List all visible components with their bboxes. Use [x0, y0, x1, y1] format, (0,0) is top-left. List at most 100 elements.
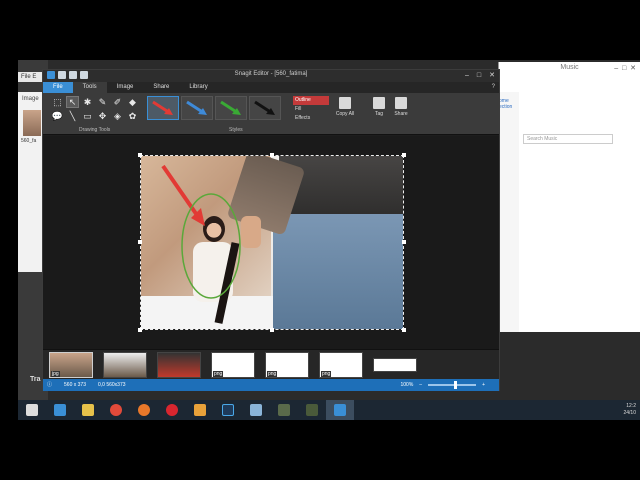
drawing-tools: ⬚ ↖ ✱ ✎ ✐ ◆ 💬 ╲ ▭ ✥ ◈ ✿ — [51, 96, 141, 123]
style-green-arrow[interactable] — [215, 96, 247, 120]
app-icon — [278, 404, 290, 416]
stamp-icon[interactable]: ✱ — [81, 96, 94, 108]
pen-icon[interactable]: ✎ — [96, 96, 109, 108]
tray-item[interactable] — [373, 358, 417, 372]
fill-button[interactable]: Fill — [293, 105, 329, 114]
tray-item-type: png — [321, 371, 332, 377]
status-info: ⓘ 560 x 373 0,0 560x373 — [47, 379, 126, 391]
move-icon[interactable]: ✥ — [96, 110, 109, 122]
resize-handle[interactable] — [138, 153, 142, 157]
image-canvas[interactable] — [140, 155, 404, 330]
clock-time[interactable]: 12:2 — [623, 403, 636, 410]
taskbar-opera[interactable] — [158, 400, 186, 420]
window-title: Snagit Editor - [560_fatima] — [234, 71, 308, 77]
minimize-icon[interactable]: – — [465, 70, 469, 81]
title-bar: Snagit Editor - [560_fatima] – □ ✕ — [43, 70, 499, 82]
tab-library[interactable]: Library — [179, 82, 217, 93]
green-ellipse-annotation[interactable] — [181, 193, 241, 299]
bg-thumb[interactable] — [23, 110, 41, 136]
black-arrow-icon — [254, 100, 275, 115]
taskbar-explorer[interactable] — [74, 400, 102, 420]
tab-tools[interactable]: Tools — [72, 82, 107, 93]
media-icon — [194, 404, 206, 416]
tab-share[interactable]: Share — [143, 82, 179, 93]
bg-library-tab[interactable]: Image — [22, 96, 39, 102]
zoom-level[interactable]: 100% — [401, 379, 414, 391]
shape-icon[interactable]: ▭ — [81, 110, 94, 122]
fill-icon[interactable]: ◆ — [126, 96, 139, 108]
taskbar-chrome[interactable] — [102, 400, 130, 420]
taskbar-photoshop[interactable] — [214, 400, 242, 420]
taskbar-ie[interactable] — [46, 400, 74, 420]
callout-icon[interactable]: 💬 — [51, 110, 64, 122]
music-side-item[interactable]: ection — [499, 104, 519, 110]
outline-button[interactable]: Outline — [293, 96, 329, 105]
open-captures-tray: jpg png png png — [43, 349, 499, 379]
selection-icon[interactable]: ⬚ — [51, 96, 64, 108]
highlighter-icon[interactable]: ✐ — [111, 96, 124, 108]
clock-date[interactable]: 24/10 — [623, 410, 636, 417]
taskbar-app[interactable] — [270, 400, 298, 420]
taskbar-app[interactable] — [298, 400, 326, 420]
app-icon — [250, 404, 262, 416]
taskbar-media[interactable] — [186, 400, 214, 420]
cursor-position: 0,0 560x373 — [97, 382, 126, 388]
music-search-input[interactable]: Search Music — [523, 134, 613, 144]
tray-item[interactable]: png — [319, 352, 363, 378]
bg-timeline-label: Tra — [30, 376, 41, 383]
resize-handle[interactable] — [138, 240, 142, 244]
effects-button[interactable]: Effects — [293, 114, 329, 123]
music-sidebar: ome ection — [499, 92, 519, 332]
taskbar-snagit[interactable] — [326, 400, 354, 420]
ribbon: ⬚ ↖ ✱ ✎ ✐ ◆ 💬 ╲ ▭ ✥ ◈ ✿ Drawing Tools St… — [43, 93, 499, 135]
music-window-controls[interactable]: – □ ✕ — [614, 64, 636, 72]
zoom-out-icon[interactable]: – — [419, 379, 422, 391]
editor-canvas[interactable] — [43, 136, 499, 349]
maximize-icon[interactable]: □ — [477, 70, 481, 81]
tray-item[interactable]: png — [211, 352, 255, 378]
tag-button[interactable]: Tag — [369, 97, 389, 117]
tray-item[interactable]: png — [265, 352, 309, 378]
taskbar-firefox[interactable] — [130, 400, 158, 420]
info-icon[interactable]: ⓘ — [47, 379, 52, 391]
zoom-slider-knob[interactable] — [454, 381, 458, 389]
windows-icon — [26, 404, 38, 416]
tray-item[interactable]: jpg — [49, 352, 93, 378]
help-icon[interactable]: ? — [492, 82, 495, 93]
resize-handle[interactable] — [270, 153, 274, 157]
close-icon[interactable]: ✕ — [489, 70, 495, 81]
erase-icon[interactable]: ◈ — [111, 110, 124, 122]
share-button[interactable]: Share — [391, 97, 411, 117]
zoom-slider[interactable] — [428, 381, 477, 389]
resize-handle[interactable] — [270, 328, 274, 332]
arrow-tool-icon[interactable]: ↖ — [66, 96, 79, 108]
taskbar: 12:2 24/10 — [18, 400, 640, 420]
photoshop-icon — [222, 404, 234, 416]
style-red-arrow[interactable] — [147, 96, 179, 120]
tray-item[interactable] — [103, 352, 147, 378]
tray-item[interactable] — [157, 352, 201, 378]
window-controls: – □ ✕ — [465, 70, 495, 81]
drawing-tools-label: Drawing Tools — [79, 127, 111, 133]
resize-handle[interactable] — [402, 153, 406, 157]
tab-file[interactable]: File — [43, 82, 73, 93]
snagit-icon — [334, 404, 346, 416]
image-dimensions: 560 x 373 — [64, 382, 86, 388]
app-icon — [306, 404, 318, 416]
resize-handle[interactable] — [402, 240, 406, 244]
copy-all-button[interactable]: Copy All — [335, 97, 355, 117]
zoom-in-icon[interactable]: + — [482, 379, 485, 391]
line-icon[interactable]: ╲ — [66, 110, 79, 122]
opera-icon — [166, 404, 178, 416]
resize-handle[interactable] — [138, 328, 142, 332]
style-black-arrow[interactable] — [249, 96, 281, 120]
taskbar-app[interactable] — [242, 400, 270, 420]
red-arrow-annotation[interactable] — [161, 164, 201, 220]
tab-image[interactable]: Image — [107, 82, 144, 93]
style-blue-arrow[interactable] — [181, 96, 213, 120]
status-bar: ⓘ 560 x 373 0,0 560x373 100% – + — [43, 379, 499, 391]
annotations — [161, 164, 241, 299]
resize-handle[interactable] — [402, 328, 406, 332]
blur-icon[interactable]: ✿ — [126, 110, 139, 122]
start-button[interactable] — [18, 400, 46, 420]
